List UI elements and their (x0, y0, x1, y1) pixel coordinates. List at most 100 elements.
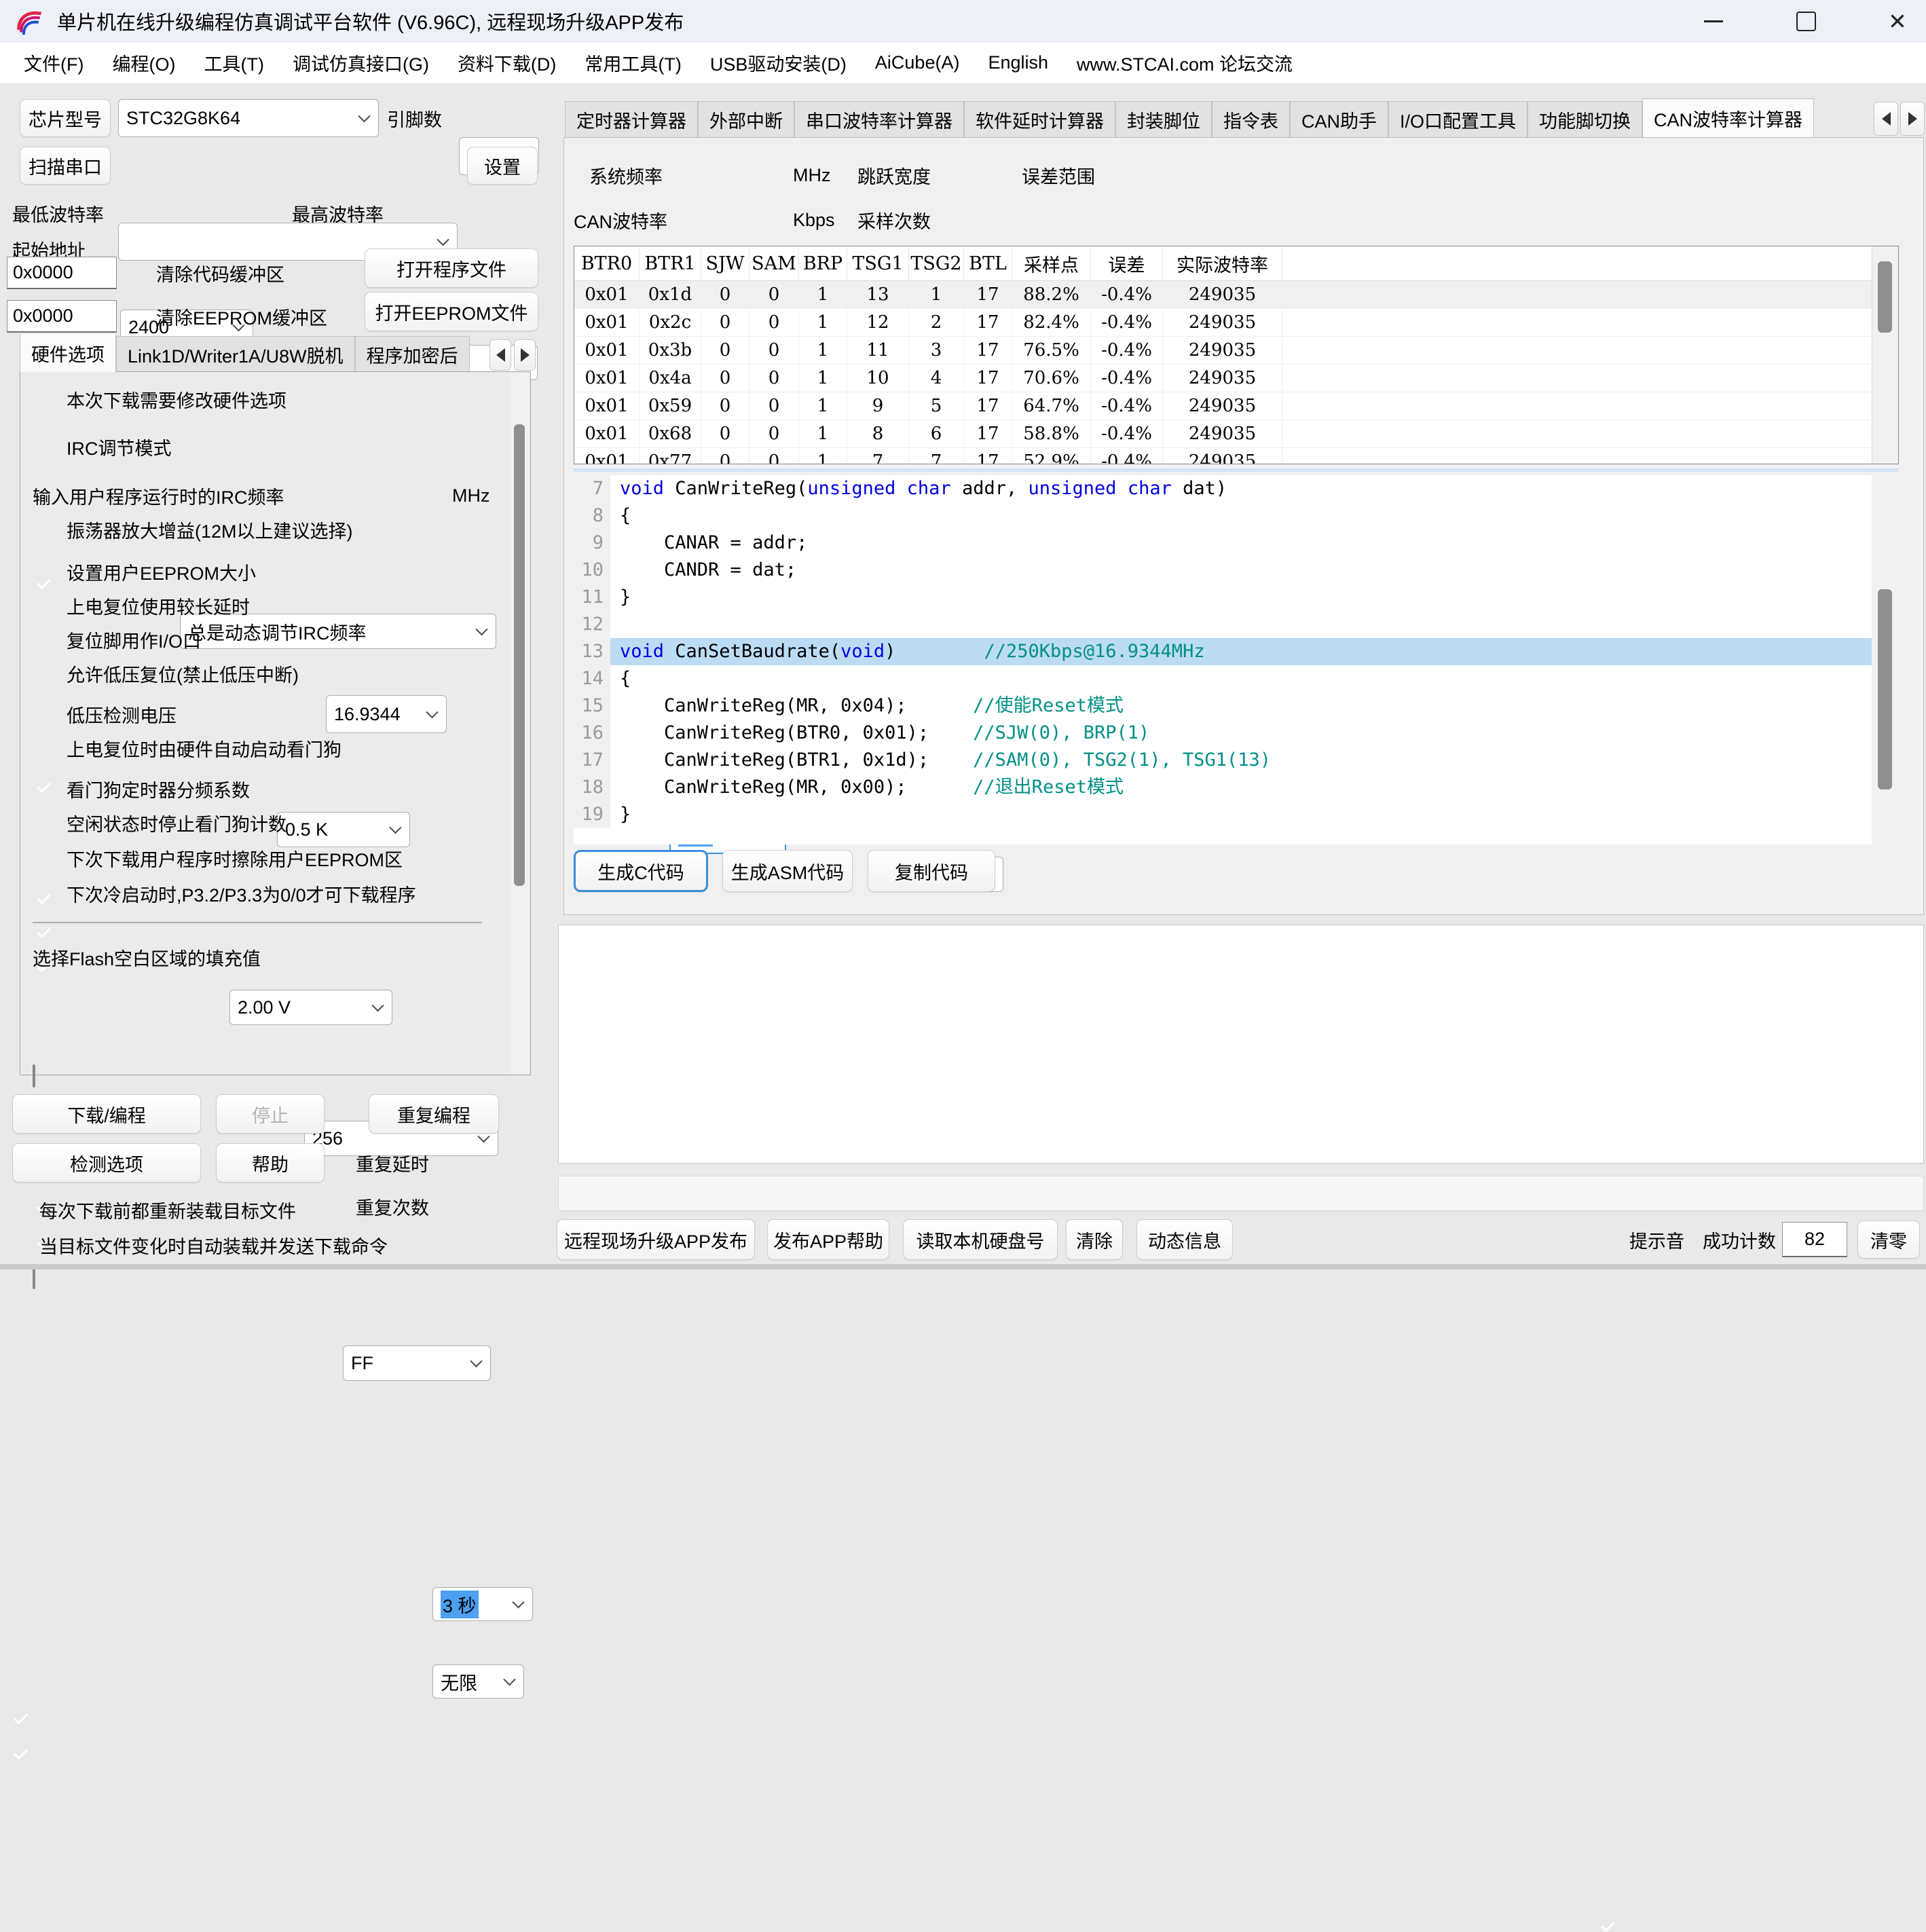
generate-asm-code-button[interactable]: 生成ASM代码 (722, 850, 853, 892)
code-line[interactable]: 11} (574, 584, 1872, 611)
open-program-file-button[interactable]: 打开程序文件 (365, 248, 538, 288)
code-line[interactable]: 18 CanWriteReg(MR, 0x00); //退出Reset模式 (574, 774, 1872, 801)
repeat-program-button[interactable]: 重复编程 (369, 1094, 499, 1134)
open-eeprom-file-button[interactable]: 打开EEPROM文件 (365, 292, 538, 331)
menu-item[interactable]: English (974, 42, 1062, 84)
left-tab[interactable]: 程序加密后 (354, 336, 470, 372)
chip-model-combo[interactable]: STC32G8K64 (118, 99, 379, 137)
menu-item[interactable]: 编程(O) (98, 42, 189, 84)
repeat-delay-combo[interactable]: 3 秒 (432, 1587, 533, 1621)
check-options-button[interactable]: 检测选项 (12, 1143, 201, 1183)
left-tab[interactable]: 硬件选项 (20, 334, 116, 372)
code-scrollbar-thumb[interactable] (1878, 589, 1892, 789)
minimize-button[interactable] (1692, 3, 1735, 39)
table-header-cell[interactable]: TSG1 (847, 246, 909, 280)
eeprom-size-combo[interactable]: 0.5 K (277, 812, 410, 847)
repeat-count-combo[interactable]: 无限 (432, 1665, 524, 1698)
table-row[interactable]: 0x01 0x4a 0 0 1 10 4 17 70.6% -0.4% 249035 (574, 365, 1898, 392)
code-line[interactable]: 14 { (574, 665, 1872, 692)
read-hdd-serial-button[interactable]: 读取本机硬盘号 (903, 1219, 1058, 1260)
right-tabs-scroll-left-button[interactable] (1874, 102, 1898, 136)
success-count-input[interactable] (1782, 1222, 1847, 1257)
left-tabs-scroll-left-button[interactable] (489, 339, 511, 371)
right-tab[interactable]: 指令表 (1212, 101, 1290, 137)
table-header-cell[interactable]: BTL (964, 246, 1012, 280)
code-line[interactable]: 13 void CanSetBaudrate(void) //250Kbps@16… (574, 638, 1872, 665)
table-header-cell[interactable]: 采样点 (1012, 246, 1091, 280)
table-row[interactable]: 0x01 0x1d 0 0 1 13 1 17 88.2% -0.4% 249035 (574, 281, 1898, 309)
irc-freq-combo[interactable]: 16.9344 (326, 695, 447, 733)
reset-count-button[interactable]: 清零 (1857, 1221, 1920, 1259)
eeprom-start-address-input[interactable] (7, 300, 117, 333)
settings-button[interactable]: 设置 (467, 147, 538, 185)
menu-item[interactable]: 常用工具(T) (570, 42, 695, 84)
table-row[interactable]: 0x01 0x3b 0 0 1 11 3 17 76.5% -0.4% 249035 (574, 337, 1898, 365)
menu-item[interactable]: AiCube(A) (861, 42, 974, 84)
menu-item[interactable]: www.STCAI.com 论坛交流 (1062, 42, 1307, 84)
right-tab[interactable]: CAN助手 (1290, 101, 1389, 137)
table-header-cell[interactable]: TSG2 (909, 246, 964, 280)
generate-c-code-button[interactable]: 生成C代码 (574, 850, 708, 892)
right-tab[interactable]: 定时器计算器 (565, 101, 698, 137)
right-tab[interactable]: CAN波特率计算器 (1642, 98, 1815, 137)
code-line[interactable]: 17 CanWriteReg(BTR1, 0x1d); //SAM(0), TS… (574, 747, 1872, 774)
table-header-cell[interactable]: 误差 (1091, 246, 1163, 280)
table-row[interactable]: 0x01 0x77 0 0 1 7 7 17 52.9% -0.4% 249035 (574, 448, 1898, 464)
close-button[interactable]: ✕ (1876, 3, 1919, 39)
stop-button[interactable]: 停止 (216, 1094, 325, 1134)
right-tabs-scroll-right-button[interactable] (1900, 102, 1925, 136)
menu-item[interactable]: 资料下载(D) (443, 42, 570, 84)
wdt-auto-start-checkbox[interactable] (33, 1064, 35, 1088)
right-tab[interactable]: 软件延时计算器 (964, 101, 1115, 137)
table-row[interactable]: 0x01 0x59 0 0 1 9 5 17 64.7% -0.4% 249035 (574, 392, 1898, 420)
code-line[interactable]: 7 void CanWriteReg(unsigned char addr, un… (574, 475, 1872, 502)
copy-code-button[interactable]: 复制代码 (868, 850, 995, 892)
scan-port-button[interactable]: 扫描串口 (20, 147, 111, 185)
lvd-voltage-combo[interactable]: 2.00 V (229, 990, 392, 1025)
p32-p33-download-checkbox[interactable] (33, 1266, 35, 1289)
table-splitter[interactable] (574, 468, 1899, 472)
generated-code-view[interactable]: 7 void CanWriteReg(unsigned char addr, un… (574, 475, 1872, 844)
table-cell: 0 (749, 420, 799, 447)
menu-item[interactable]: USB驱动安装(D) (696, 42, 861, 84)
code-line[interactable]: 12 (574, 611, 1872, 638)
right-tab[interactable]: I/O口配置工具 (1388, 101, 1528, 137)
clear-button[interactable]: 清除 (1066, 1219, 1123, 1260)
right-tab[interactable]: 封装脚位 (1115, 101, 1212, 137)
table-header-cell[interactable]: BTR0 (574, 246, 640, 280)
log-output-area[interactable] (558, 925, 1924, 1164)
table-header-cell[interactable]: SJW (701, 246, 749, 280)
code-start-address-input[interactable] (7, 257, 117, 289)
maximize-button[interactable] (1784, 3, 1828, 39)
code-line[interactable]: 15 CanWriteReg(MR, 0x04); //使能Reset模式 (574, 692, 1872, 720)
code-line[interactable]: 19} (574, 801, 1872, 828)
code-line[interactable]: 9 CANAR = addr; (574, 530, 1872, 557)
code-line[interactable]: 8{ (574, 502, 1872, 530)
table-header-cell[interactable]: SAM (749, 246, 799, 280)
options-scrollbar-thumb[interactable] (514, 424, 525, 886)
remote-upgrade-publish-button[interactable]: 远程现场升级APP发布 (557, 1219, 755, 1260)
right-tab[interactable]: 串口波特率计算器 (794, 101, 964, 137)
menu-item[interactable]: 文件(F) (10, 42, 98, 84)
left-tab[interactable]: Link1D/Writer1A/U8W脱机 (116, 336, 355, 372)
left-tabs-scroll-right-button[interactable] (514, 339, 536, 371)
right-tab[interactable]: 功能脚切换 (1527, 101, 1643, 137)
code-line[interactable]: 16 CanWriteReg(BTR0, 0x01); //SJW(0), BR… (574, 720, 1872, 747)
can-baud-unit: Kbps (793, 209, 835, 230)
chip-model-button[interactable]: 芯片型号 (20, 99, 111, 137)
menu-item[interactable]: 调试仿真接口(G) (278, 42, 443, 84)
publish-app-help-button[interactable]: 发布APP帮助 (767, 1219, 889, 1260)
table-row[interactable]: 0x01 0x2c 0 0 1 12 2 17 82.4% -0.4% 249035 (574, 309, 1898, 337)
download-program-button[interactable]: 下载/编程 (12, 1094, 201, 1134)
code-line[interactable]: 10 CANDR = dat; (574, 557, 1872, 584)
flash-fill-combo[interactable]: FF (343, 1345, 491, 1381)
table-scrollbar-thumb[interactable] (1878, 261, 1892, 333)
table-header-cell[interactable]: BRP (799, 246, 847, 280)
help-button[interactable]: 帮助 (216, 1143, 325, 1183)
table-header-cell[interactable]: BTR1 (640, 246, 701, 280)
dynamic-info-button[interactable]: 动态信息 (1136, 1219, 1233, 1260)
table-row[interactable]: 0x01 0x68 0 0 1 8 6 17 58.8% -0.4% 249035 (574, 420, 1898, 448)
menu-item[interactable]: 工具(T) (189, 42, 278, 84)
right-tab[interactable]: 外部中断 (698, 101, 794, 137)
table-header-cell[interactable]: 实际波特率 (1163, 246, 1282, 280)
